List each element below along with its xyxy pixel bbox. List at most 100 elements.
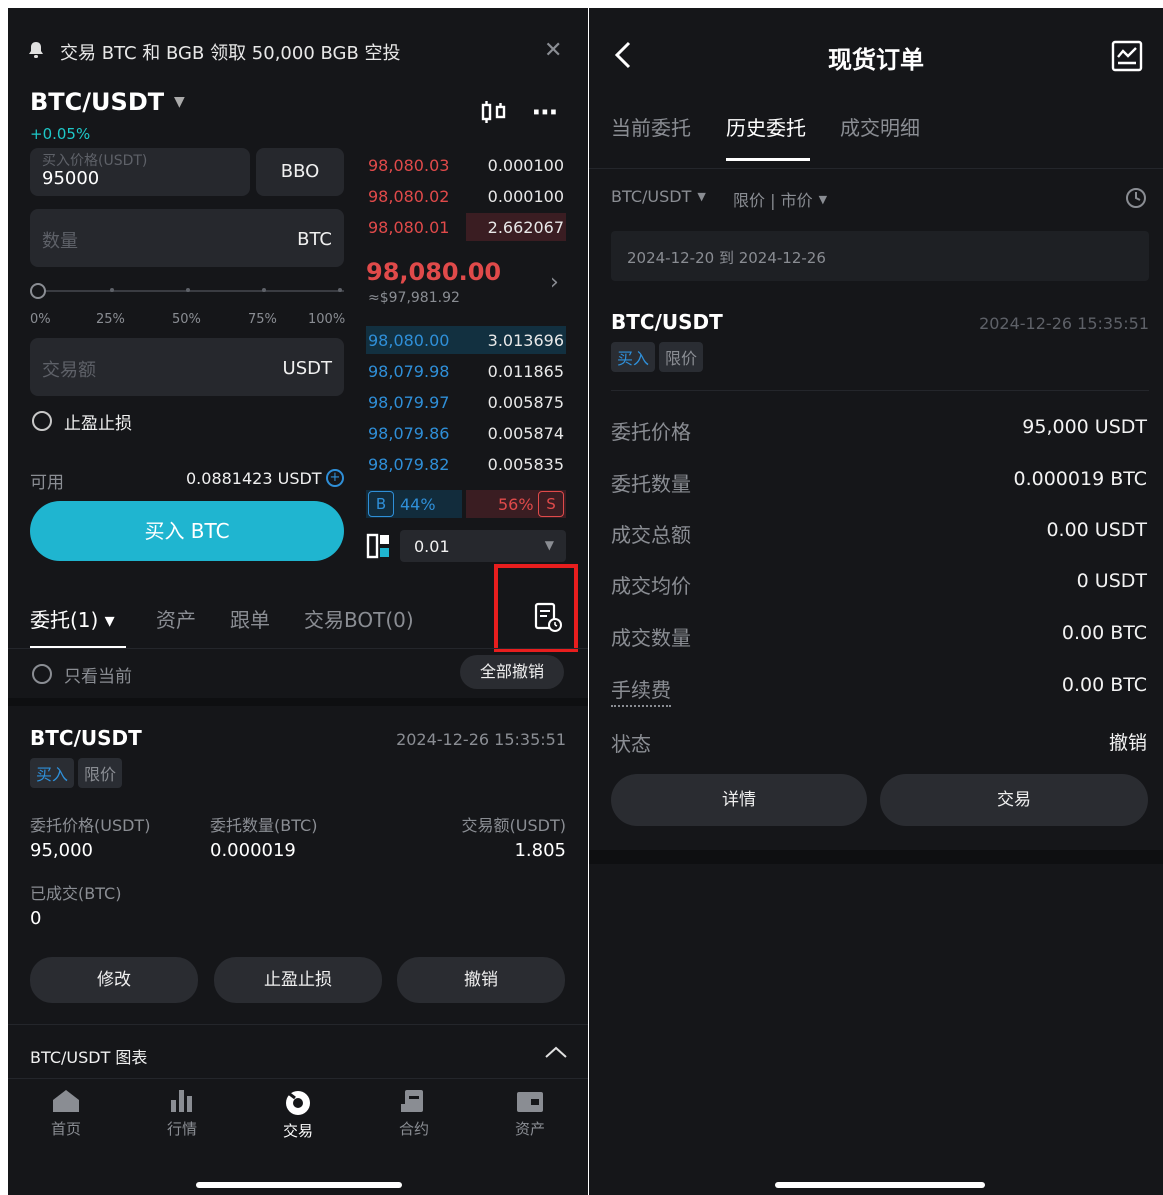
ask-row[interactable]: 98,080.01 2.662067 xyxy=(366,213,566,241)
price-change: +0.05% xyxy=(30,125,91,143)
ask-qty: 2.662067 xyxy=(487,218,564,237)
modify-button[interactable]: 修改 xyxy=(30,957,198,1003)
percent-slider[interactable] xyxy=(38,290,344,292)
clock-icon[interactable] xyxy=(1125,187,1147,213)
buy-button[interactable]: 买入 BTC xyxy=(30,501,344,561)
chart-report-icon[interactable] xyxy=(1111,40,1143,76)
bid-row[interactable]: 98,079.97 0.005875 xyxy=(366,388,566,416)
order-history-icon[interactable] xyxy=(534,602,562,636)
bell-icon xyxy=(26,40,46,64)
bid-row[interactable]: 98,079.98 0.011865 xyxy=(366,357,566,385)
chevron-right-icon[interactable]: › xyxy=(550,270,559,295)
order-filled-value: 0 xyxy=(30,908,42,929)
ask-qty: 0.000100 xyxy=(487,187,564,206)
bid-row[interactable]: 98,079.86 0.005874 xyxy=(366,419,566,447)
tab-assets[interactable]: 资产 xyxy=(156,604,196,633)
home-icon xyxy=(53,1090,79,1112)
order-pair: BTC/USDT xyxy=(30,726,142,750)
bbo-button[interactable]: BBO xyxy=(256,148,344,196)
chart-toggle-label[interactable]: BTC/USDT 图表 xyxy=(30,1044,147,1068)
bid-row[interactable]: 98,079.82 0.005835 xyxy=(366,450,566,478)
date-range-value: 2024-12-20 到 2024-12-26 xyxy=(627,249,826,267)
chevron-down-icon[interactable]: ▼ xyxy=(174,94,185,110)
nav-futures-label: 合约 xyxy=(398,1120,429,1138)
detail-value: 0 USDT xyxy=(1076,570,1147,592)
bid-qty: 3.013696 xyxy=(487,331,564,350)
tab-copy-trade[interactable]: 跟单 xyxy=(230,604,270,633)
cancel-order-button[interactable]: 撤销 xyxy=(397,957,565,1003)
trade-button[interactable]: 交易 xyxy=(880,774,1148,826)
fee-label[interactable]: 手续费 xyxy=(611,674,671,707)
detail-row: 委托数量 0.000019 BTC xyxy=(611,468,1147,498)
chevron-down-icon: ▼ xyxy=(818,192,828,206)
current-only-radio[interactable] xyxy=(32,664,52,684)
tpsl-radio[interactable] xyxy=(32,411,52,431)
pair-title[interactable]: BTC/USDT xyxy=(30,88,164,116)
detail-label: 成交均价 xyxy=(611,574,691,598)
price-input[interactable]: 买入价格(USDT) 95000 xyxy=(30,148,250,196)
nav-trade[interactable]: 交易 xyxy=(268,1088,328,1141)
pair-filter-value: BTC/USDT xyxy=(611,187,692,206)
detail-label: 委托数量 xyxy=(611,472,691,496)
detail-label: 成交数量 xyxy=(611,626,691,650)
slider-mark-0: 0% xyxy=(30,312,51,327)
tab-current-orders[interactable]: 当前委托 xyxy=(611,112,691,141)
candlestick-icon[interactable] xyxy=(480,100,510,128)
cancel-all-button[interactable]: 全部撤销 xyxy=(460,655,564,689)
nav-assets[interactable]: 资产 xyxy=(500,1088,560,1139)
slider-mark-75: 75% xyxy=(248,312,277,327)
bid-qty: 0.005835 xyxy=(487,455,564,474)
last-price: 98,080.00 xyxy=(366,258,502,286)
bid-row[interactable]: 98,080.00 3.013696 xyxy=(366,326,566,354)
available-value: 0.0881423 USDT xyxy=(186,469,322,488)
slider-mark-25: 25% xyxy=(96,312,125,327)
last-price-usd: ≈$97,981.92 xyxy=(368,290,460,306)
side-tag: 买入 xyxy=(30,758,75,788)
amount-input[interactable]: 交易额 USDT xyxy=(30,338,344,396)
detail-button[interactable]: 详情 xyxy=(611,774,867,826)
close-icon[interactable]: ✕ xyxy=(544,38,562,63)
detail-row[interactable]: 手续费 0.00 BTC xyxy=(611,674,1147,707)
nav-assets-label: 资产 xyxy=(514,1120,545,1138)
quantity-input[interactable]: 数量 BTC xyxy=(30,209,344,267)
order-price-label: 委托价格(USDT) xyxy=(30,816,151,835)
depth-layout-icon[interactable] xyxy=(366,533,392,563)
type-filter-value: 限价 | 市价 xyxy=(733,191,813,210)
promo-banner-text[interactable]: 交易 BTC 和 BGB 领取 50,000 BGB 空投 xyxy=(60,39,401,65)
precision-select[interactable]: 0.01 ▼ xyxy=(400,530,566,562)
ask-price: 98,080.02 xyxy=(368,187,450,206)
slider-handle[interactable] xyxy=(30,283,46,299)
chevron-up-icon[interactable] xyxy=(544,1044,568,1063)
nav-home[interactable]: 首页 xyxy=(36,1088,96,1139)
type-filter[interactable]: 限价 | 市价 ▼ xyxy=(733,187,827,211)
bid-price: 98,079.86 xyxy=(368,424,450,443)
tpsl-label[interactable]: 止盈止损 xyxy=(64,409,132,434)
nav-home-label: 首页 xyxy=(50,1120,81,1138)
detail-row: 成交数量 0.00 BTC xyxy=(611,622,1147,652)
ask-row[interactable]: 98,080.03 0.000100 xyxy=(366,151,566,179)
futures-icon xyxy=(401,1090,423,1112)
tab-trading-bot[interactable]: 交易BOT(0) xyxy=(304,604,414,633)
tab-orders[interactable]: 委托(1) ▾ xyxy=(30,604,115,633)
order-amount-value: 1.805 xyxy=(514,840,566,861)
current-only-label[interactable]: 只看当前 xyxy=(64,662,132,687)
type-tag: 限价 xyxy=(659,342,704,372)
available-label: 可用 xyxy=(30,473,64,493)
trade-screen: 交易 BTC 和 BGB 领取 50,000 BGB 空投 ✕ BTC/USDT… xyxy=(8,8,588,1195)
date-range-picker[interactable]: 2024-12-20 到 2024-12-26 xyxy=(611,231,1149,281)
nav-market[interactable]: 行情 xyxy=(152,1088,212,1139)
amount-unit: USDT xyxy=(282,358,332,379)
quantity-placeholder: 数量 xyxy=(42,231,78,252)
add-funds-icon[interactable]: + xyxy=(326,469,344,487)
tpsl-button[interactable]: 止盈止损 xyxy=(214,957,382,1003)
status-value: 撤销 xyxy=(1108,732,1147,754)
bid-price: 98,079.98 xyxy=(368,362,450,381)
pair-filter[interactable]: BTC/USDT ▼ xyxy=(611,187,706,206)
slider-dot xyxy=(262,288,266,292)
tab-order-history[interactable]: 历史委托 xyxy=(726,112,806,141)
more-icon[interactable]: ⋯ xyxy=(532,98,560,128)
tab-trade-history[interactable]: 成交明细 xyxy=(840,112,920,141)
slider-mark-50: 50% xyxy=(172,312,201,327)
ask-row[interactable]: 98,080.02 0.000100 xyxy=(366,182,566,210)
nav-futures[interactable]: 合约 xyxy=(384,1088,444,1139)
